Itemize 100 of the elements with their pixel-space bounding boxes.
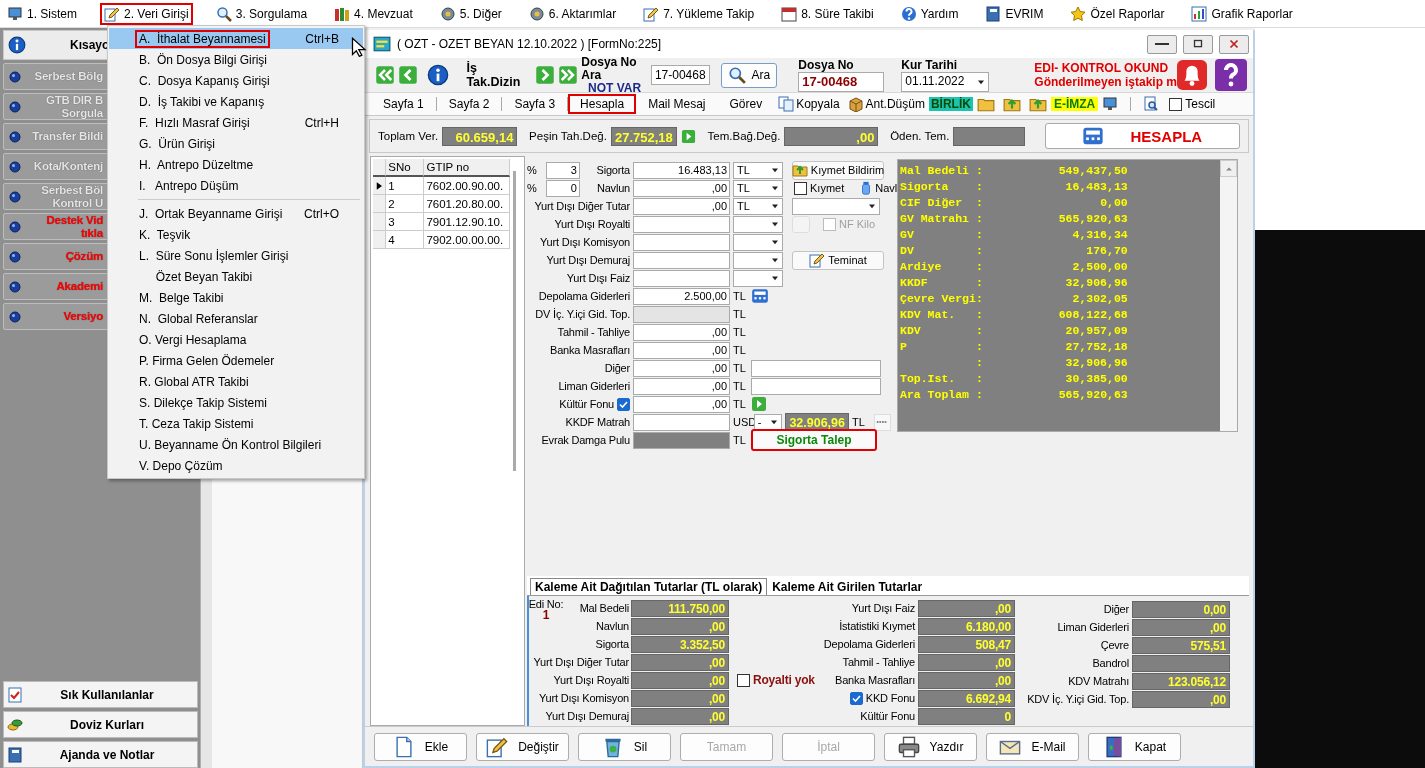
field-label: Yurt Dışı Faiz [566, 272, 630, 284]
summary-label: KDV Mat. : [900, 307, 983, 323]
field-label: Yurt Dışı Royalti [554, 218, 630, 230]
field-label: Evrak Damga Pulu [541, 434, 630, 446]
field-label: Navlun [596, 182, 630, 194]
field-label: Liman Giderleri [1057, 621, 1129, 633]
field-label: Liman Giderleri [558, 380, 630, 392]
unit-label: TL [733, 380, 747, 392]
table-cell: 7901.12.90.10. [424, 213, 510, 231]
value-field: 6.692,94 [918, 689, 1015, 707]
percent-sign: % [527, 164, 537, 176]
value-field: 6.180,00 [918, 617, 1015, 635]
field-label: İş Tak.Dizin [466, 61, 522, 89]
field-label: Tem.Bağ.Değ. [707, 130, 781, 142]
shortcut-text: Ctrl+B [305, 31, 339, 46]
table-cell: 4 [386, 231, 425, 249]
summary-label: GV Matrahı : [900, 211, 983, 227]
field-label: Yurt Dışı Komisyon [540, 236, 630, 248]
field-label: Yurt Dışı Komisyon [539, 692, 629, 704]
percent-sign: % [527, 182, 537, 194]
checkbox-label: NF Kilo [839, 218, 876, 230]
summary-label: KKDF : [900, 275, 983, 291]
summary-value: 4,316,34 [1071, 227, 1128, 243]
value-field: ,00 [784, 126, 879, 146]
window-title: ( OZT - OZET BEYAN 12.10.2022 ) [FormNo:225] [397, 37, 662, 51]
unit-label: TL [852, 416, 865, 428]
field-label: Banka Masrafları [550, 344, 630, 356]
alert-text: Gönderilmeyen iştakip m [1034, 75, 1175, 89]
table-cell: 3 [386, 213, 425, 231]
summary-label: KDV : [900, 323, 983, 339]
table-cell: 7601.20.80.00. [424, 195, 510, 213]
field-label: Sigorta [596, 164, 630, 176]
value-field: ,00 [631, 671, 729, 689]
status-text: NOT VAR [587, 81, 643, 95]
value-field: ,00 [918, 671, 1015, 689]
checkbox-label: Royalti yok [753, 673, 815, 687]
summary-value: 608,122,68 [1057, 307, 1128, 323]
field-label: Yurt Dışı Diğer Tutar [534, 200, 630, 212]
field-label: Dosya No [798, 58, 855, 72]
summary-label: Top.Ist. : [900, 371, 983, 387]
value-field: 0 [918, 707, 1015, 725]
summary-label: CIF Diğer : [900, 195, 983, 211]
field-label: Kültür Fonu [559, 398, 614, 410]
shortcut-text: Ctrl+H [304, 115, 339, 130]
column-header: SNo [386, 159, 425, 177]
unit-label: TL [733, 362, 747, 374]
field-label: Diğer [1103, 603, 1129, 615]
value-field: 508,47 [918, 635, 1015, 653]
value-field: ,00 [1132, 618, 1230, 636]
field-label: Toplam Ver. [378, 130, 439, 142]
unit-label: TL [733, 434, 747, 446]
field-label: Depolama Giderleri [538, 290, 630, 302]
summary-value: 176,70 [1085, 243, 1128, 259]
value-field: ,00 [918, 653, 1015, 671]
field-label: Öden. Tem. [890, 130, 950, 142]
value-field: 575,51 [1132, 636, 1230, 654]
table-cell: 7602.00.90.00. [424, 177, 510, 195]
summary-value: 30,385,00 [1064, 371, 1128, 387]
column-header: GTIP no [424, 159, 510, 177]
value-field: ,00 [631, 707, 729, 725]
field-label: Diğer [604, 362, 630, 374]
field-label: Yurt Dışı Demuraj [546, 254, 630, 266]
summary-label: Ardiye : [900, 259, 983, 275]
field-label: İstatistiki Kıymet [839, 620, 915, 632]
table-cell: 7902.00.00.00. [424, 231, 510, 249]
checkbox-label: Tescil [1185, 97, 1216, 111]
summary-value: 16,483,13 [1064, 179, 1128, 195]
unit-label: TL [733, 344, 747, 356]
value-field: ,00 [1132, 690, 1230, 708]
field-label: Tahmil - Tahliye [557, 326, 630, 338]
summary-value: 20,957,09 [1064, 323, 1128, 339]
field-label: KKDF Matrah [565, 416, 630, 428]
summary-value: 565,920,63 [1057, 387, 1128, 403]
value-field: ,00 [631, 653, 729, 671]
shortcut-text: Ctrl+O [304, 206, 339, 221]
field-label: Yurt Dışı Faiz [851, 602, 915, 614]
field-label: Depolama Giderleri [823, 638, 915, 650]
summary-label: DV : [900, 243, 983, 259]
table-cell: 1 [386, 177, 425, 195]
summary-value: 2,500,00 [1071, 259, 1128, 275]
alert-text: EDI- KONTROL OKUND [1034, 61, 1170, 75]
field-label: Çevre [1100, 639, 1129, 651]
field-label: Sigorta [595, 638, 629, 650]
summary-label: Çevre Vergi: [900, 291, 983, 307]
unit-label: TL [733, 290, 747, 302]
edi-number: 1 [542, 610, 550, 621]
summary-label: Sigorta : [900, 179, 983, 195]
value-field: 123.056,12 [1132, 672, 1230, 690]
field-label: Bandrol [1092, 657, 1129, 669]
value-field: 111.750,00 [631, 599, 729, 617]
table-cell: 2 [386, 195, 425, 213]
field-label: KDV Matrahı [1068, 675, 1129, 687]
field-label: DV İç. Y.içi Gid. Top. [535, 308, 630, 320]
field-label: Yurt Dışı Diğer Tutar [533, 656, 629, 668]
field-label: Kur Tarihi [901, 58, 959, 72]
value-field: ,00 [918, 599, 1015, 617]
summary-label: P : [900, 339, 983, 355]
field-label: KKD Fonu [865, 692, 915, 704]
field-label: Dosya No Ara [581, 55, 638, 82]
value-field: 0,00 [1132, 600, 1230, 618]
